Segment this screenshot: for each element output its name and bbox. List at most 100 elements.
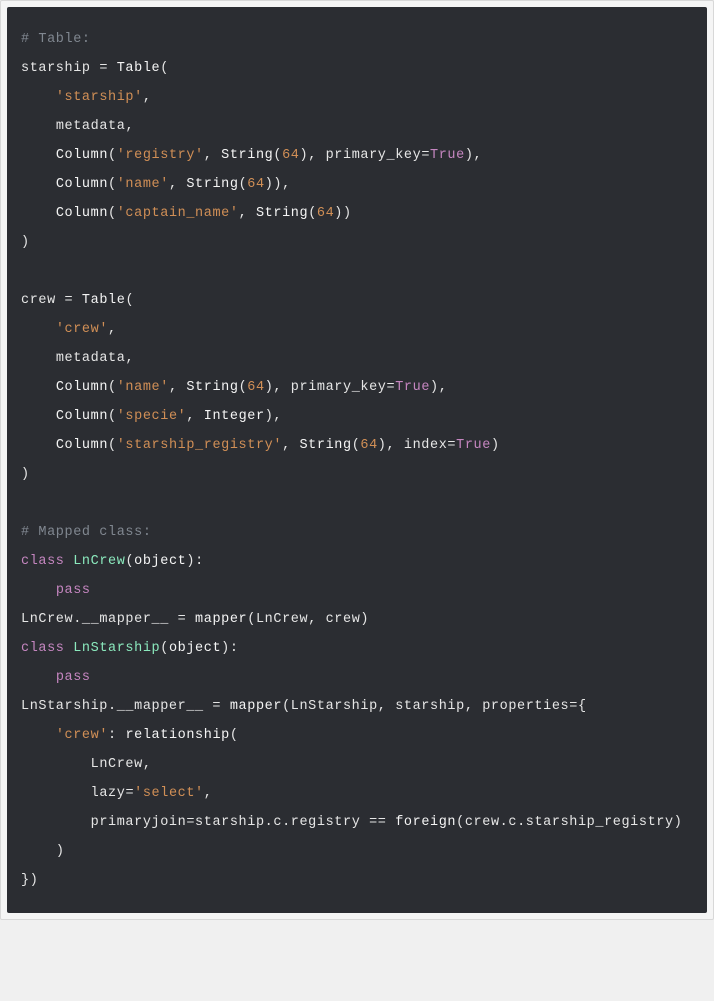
ident-starship: starship bbox=[395, 699, 465, 714]
punct: ( bbox=[108, 380, 117, 395]
punct: , bbox=[125, 119, 134, 134]
punct: ( bbox=[456, 815, 465, 830]
punct: : bbox=[108, 728, 117, 743]
kw-primaryjoin: primaryjoin bbox=[91, 815, 187, 830]
punct: , bbox=[282, 438, 291, 453]
punct: ) bbox=[334, 206, 343, 221]
fn-relationship: relationship bbox=[125, 728, 229, 743]
attr-c: c bbox=[273, 815, 282, 830]
op-eq: = bbox=[204, 699, 230, 714]
fn-integer: Integer bbox=[204, 409, 265, 424]
punct: , bbox=[282, 177, 291, 192]
punct: ) bbox=[30, 873, 39, 888]
str-name: 'name' bbox=[117, 380, 169, 395]
str-specie: 'specie' bbox=[117, 409, 187, 424]
punct: ( bbox=[230, 728, 239, 743]
num-64: 64 bbox=[247, 177, 264, 192]
num-64: 64 bbox=[282, 148, 299, 163]
punct: ) bbox=[273, 177, 282, 192]
punct: , bbox=[308, 148, 317, 163]
cls-object: object bbox=[134, 554, 186, 569]
fn-column: Column bbox=[56, 148, 108, 163]
punct: ( bbox=[308, 206, 317, 221]
ident-lncrew: LnCrew bbox=[256, 612, 308, 627]
punct: , bbox=[204, 786, 213, 801]
punct: , bbox=[108, 322, 117, 337]
ident-crew: crew bbox=[21, 293, 56, 308]
punct: ( bbox=[160, 61, 169, 76]
punct: ( bbox=[239, 380, 248, 395]
kw-primary-key: primary_key bbox=[291, 380, 387, 395]
punct: ) bbox=[360, 612, 369, 627]
punct: , bbox=[186, 409, 195, 424]
num-64: 64 bbox=[360, 438, 377, 453]
punct: , bbox=[169, 177, 178, 192]
ident-metadata: metadata bbox=[56, 351, 126, 366]
fn-column: Column bbox=[56, 177, 108, 192]
punct: ( bbox=[108, 206, 117, 221]
attr-mapper: __mapper__ bbox=[117, 699, 204, 714]
punct: , bbox=[308, 612, 317, 627]
code-block: # Table: starship = Table( 'starship', m… bbox=[7, 7, 707, 913]
punct: , bbox=[465, 699, 474, 714]
punct: ) bbox=[491, 438, 500, 453]
fn-string: String bbox=[256, 206, 308, 221]
num-64: 64 bbox=[317, 206, 334, 221]
punct: ) bbox=[430, 380, 439, 395]
kw-index: index bbox=[404, 438, 448, 453]
fn-foreign: foreign bbox=[395, 815, 456, 830]
kw-pass: pass bbox=[56, 583, 91, 598]
fn-table: Table bbox=[117, 61, 161, 76]
punct: ( bbox=[160, 641, 169, 656]
attr-c: c bbox=[508, 815, 517, 830]
op-eq: = bbox=[169, 612, 195, 627]
punct: ( bbox=[239, 177, 248, 192]
cls-object: object bbox=[169, 641, 221, 656]
punct: ) bbox=[21, 235, 30, 250]
fn-string: String bbox=[186, 177, 238, 192]
str-starship: 'starship' bbox=[56, 90, 143, 105]
fn-column: Column bbox=[56, 409, 108, 424]
ident-starship: starship bbox=[21, 61, 91, 76]
kw-primary-key: primary_key bbox=[326, 148, 422, 163]
str-starship-registry: 'starship_registry' bbox=[117, 438, 282, 453]
punct: , bbox=[474, 148, 483, 163]
fn-mapper: mapper bbox=[195, 612, 247, 627]
punct: , bbox=[273, 409, 282, 424]
ident-lnstarship: LnStarship bbox=[21, 699, 108, 714]
punct: ) bbox=[299, 148, 308, 163]
ident-lnstarship: LnStarship bbox=[291, 699, 378, 714]
punct: ( bbox=[108, 148, 117, 163]
kw-lazy: lazy bbox=[91, 786, 126, 801]
punct: ) bbox=[221, 641, 230, 656]
punct: : bbox=[195, 554, 204, 569]
punct: , bbox=[204, 148, 213, 163]
punct: ) bbox=[186, 554, 195, 569]
ident-crew: crew bbox=[326, 612, 361, 627]
punct: , bbox=[125, 351, 134, 366]
str-select: 'select' bbox=[134, 786, 204, 801]
const-true: True bbox=[395, 380, 430, 395]
ident-metadata: metadata bbox=[56, 119, 126, 134]
comment: # Mapped class: bbox=[21, 525, 152, 540]
attr-registry: registry bbox=[291, 815, 361, 830]
punct: ( bbox=[125, 293, 134, 308]
punct: . bbox=[108, 699, 117, 714]
ident-lncrew: LnCrew bbox=[21, 612, 73, 627]
punct: . bbox=[73, 612, 82, 627]
const-true: True bbox=[430, 148, 465, 163]
punct: ) bbox=[674, 815, 683, 830]
comment: # Table: bbox=[21, 32, 91, 47]
str-registry: 'registry' bbox=[117, 148, 204, 163]
punct: ) bbox=[465, 148, 474, 163]
punct: ) bbox=[343, 206, 352, 221]
fn-table: Table bbox=[82, 293, 126, 308]
punct: } bbox=[21, 873, 30, 888]
op-eq: = bbox=[56, 293, 82, 308]
punct: , bbox=[143, 757, 152, 772]
punct: ( bbox=[108, 438, 117, 453]
code-frame: # Table: starship = Table( 'starship', m… bbox=[0, 0, 714, 920]
punct: ( bbox=[108, 409, 117, 424]
punct: ( bbox=[108, 177, 117, 192]
fn-column: Column bbox=[56, 438, 108, 453]
